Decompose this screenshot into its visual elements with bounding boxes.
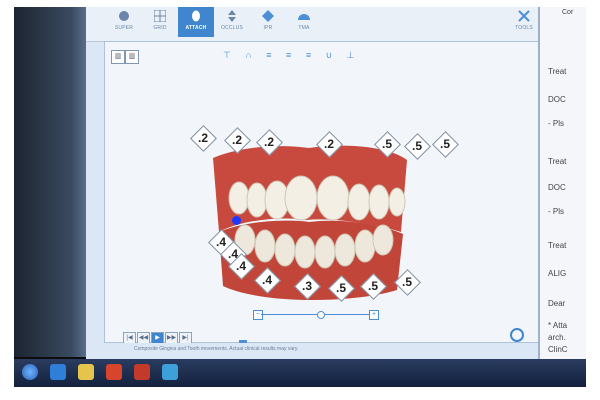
lower-ipr-label[interactable]: .4: [228, 253, 255, 280]
dual-view-button[interactable]: ▥: [125, 50, 139, 64]
ipr-value: .5: [401, 275, 412, 289]
occlusion-icon: [228, 10, 236, 22]
3d-model-viewport[interactable]: ▥ ▥ ⊤ ∩ ≡ ≡ ≡ ∪ ⊥ .2 .2 .2 .2 .5 .5 .5 .…: [104, 41, 543, 374]
ipr-value: .5: [335, 281, 346, 295]
upper-ipr-label[interactable]: .2: [316, 131, 343, 158]
folder-icon[interactable]: [78, 364, 94, 380]
ipr-value: .4: [261, 273, 272, 287]
monitor-screen: SUPER GRID ATTACH OCCLUS IPR TMA TOOLS ▥…: [14, 7, 586, 387]
ipr-value: .5: [439, 137, 450, 151]
ipr-value: .3: [301, 279, 312, 293]
zoom-slider[interactable]: − +: [253, 310, 379, 320]
attachment-marker[interactable]: [232, 216, 241, 225]
app-icon[interactable]: [134, 364, 150, 380]
lower-ipr-label[interactable]: .5: [328, 275, 355, 302]
attach-button[interactable]: ATTACH: [178, 7, 214, 37]
ipr-value: .2: [197, 131, 208, 145]
view-orientation-icons[interactable]: ⊤ ∩ ≡ ≡ ≡ ∪ ⊥: [223, 50, 361, 61]
treatment-note-line: Dear: [548, 299, 566, 308]
ipr-icon: [262, 10, 274, 22]
monitor-bezel: [14, 7, 96, 357]
tma-icon: [298, 14, 310, 20]
treatment-note-line: - Pls: [548, 207, 564, 216]
treatment-note-line: - Pls: [548, 119, 564, 128]
upper-ipr-label[interactable]: .2: [256, 129, 283, 156]
treatment-note-line: Treat: [548, 241, 567, 250]
treatment-note-line: ClinC: [548, 345, 568, 354]
disclaimer-text: Composite Gingiva and Tooth movements. A…: [86, 343, 556, 359]
zoom-out-button[interactable]: −: [253, 310, 263, 320]
treatment-note-line: DOC: [548, 95, 566, 104]
ipr-value: .2: [263, 135, 274, 149]
treatment-notes-panel: Cor Treat DOC - Pls Treat DOC - Pls Treat ALIG D…: [538, 7, 586, 359]
ipr-button[interactable]: IPR: [250, 10, 286, 31]
watermark: 東暉 · DongWu http://song?/04.pixnet.net/b…: [410, 388, 596, 397]
top-toolbar: SUPER GRID ATTACH OCCLUS IPR TMA TOOLS: [86, 7, 556, 42]
lower-ipr-label[interactable]: .5: [394, 269, 421, 296]
upper-ipr-label[interactable]: .5: [432, 131, 459, 158]
zoom-in-button[interactable]: +: [369, 310, 379, 320]
treatment-note-line: Treat: [548, 67, 567, 76]
tools-icon: [518, 10, 530, 22]
lower-ipr-label[interactable]: .3: [294, 273, 321, 300]
treatment-note-line: ALIG: [548, 269, 567, 278]
ipr-value: .5: [367, 279, 378, 293]
grid-button[interactable]: GRID: [142, 10, 178, 31]
upper-ipr-label[interactable]: .5: [404, 133, 431, 160]
upper-ipr-label[interactable]: .2: [190, 125, 217, 152]
app-icon[interactable]: [162, 364, 178, 380]
media-icon[interactable]: [106, 364, 122, 380]
tools-button[interactable]: TOOLS: [506, 10, 542, 31]
lower-ipr-label[interactable]: .4: [254, 267, 281, 294]
ipr-value: .4: [235, 259, 246, 273]
super-button[interactable]: SUPER: [106, 10, 142, 31]
start-button-icon[interactable]: [22, 364, 38, 380]
ipr-value: .2: [323, 137, 334, 151]
upper-ipr-label[interactable]: .5: [374, 131, 401, 158]
upper-ipr-label[interactable]: .2: [224, 127, 251, 154]
treatment-note-line: arch.: [548, 333, 566, 342]
treatment-note-line: DOC: [548, 183, 566, 192]
windows-taskbar: [14, 359, 586, 387]
occlusion-button[interactable]: OCCLUS: [214, 10, 250, 31]
zoom-track: [261, 314, 371, 315]
attach-icon: [192, 10, 200, 22]
super-icon: [119, 11, 129, 21]
zoom-knob[interactable]: [317, 311, 325, 319]
ipr-value: .2: [231, 133, 242, 147]
ie-icon[interactable]: [50, 364, 66, 380]
lower-ipr-label[interactable]: .5: [360, 273, 387, 300]
tma-button[interactable]: TMA: [286, 10, 322, 31]
target-icon[interactable]: [510, 328, 524, 342]
treatment-note-line: * Atta: [548, 321, 568, 330]
grid-icon: [154, 10, 166, 22]
ipr-value: .5: [411, 139, 422, 153]
split-view-button[interactable]: ▥: [111, 50, 125, 64]
treatment-note-line: Treat: [548, 157, 567, 166]
clincheck-window: SUPER GRID ATTACH OCCLUS IPR TMA TOOLS ▥…: [86, 7, 556, 374]
corner-label: Cor: [562, 9, 574, 16]
ipr-value: .5: [381, 137, 392, 151]
